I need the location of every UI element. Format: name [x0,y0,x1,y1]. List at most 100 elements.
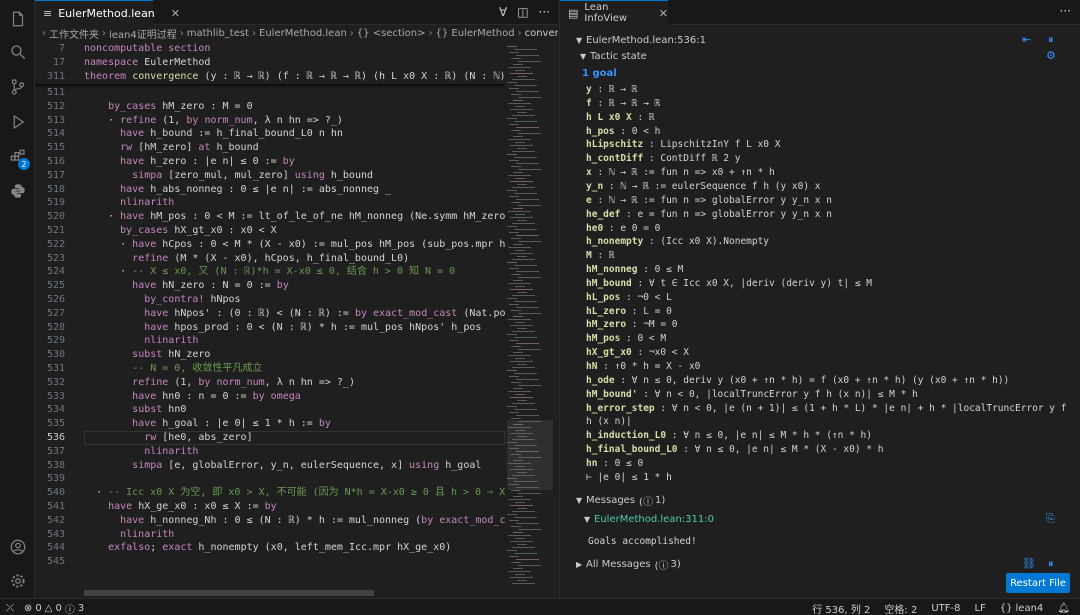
hypothesis[interactable]: hn : 0 ≤ 0 [586,457,643,471]
hypothesis[interactable]: h_final_bound_L0 : ∀ n ≤ 0, |e n| ≤ M * … [586,443,883,457]
minimap[interactable] [507,42,553,598]
code-line[interactable]: 533 have hn0 : n = 0 := by omega [35,390,505,404]
copy-to-comment-icon[interactable]: ⎘ [1046,512,1055,526]
split-editor-icon[interactable]: ◫ [517,5,528,19]
hypothesis[interactable]: e : ℕ → ℝ := fun n => globalError y y_n … [586,194,832,208]
code-line[interactable]: 528 have hpos_prod : 0 < (N : ℝ) * h := … [35,321,505,335]
cursor-position[interactable]: 行 536, 列 2 [812,601,870,615]
hypothesis[interactable]: hM_pos : 0 < M [586,332,666,346]
tab-lean-infoview[interactable]: ▤ Lean InfoView ✕ [560,0,668,25]
source-control-icon[interactable] [0,72,35,102]
sticky-scroll-line[interactable]: 17 namespace EulerMethod [35,56,505,70]
hypothesis[interactable]: y_n : ℕ → ℝ := eulerSequence f h (y x0) … [586,180,821,194]
code-line[interactable]: 526 by_contra! hNpos [35,293,505,307]
hypothesis[interactable]: h_nonempty : (Icc x0 X).Nonempty [586,235,769,249]
code-line[interactable]: 515 rw [hM_zero] at h_bound [35,141,505,155]
notifications-bell-icon[interactable]: 🔔︎ [1057,601,1070,615]
code-line[interactable]: 543 nlinarith [35,528,505,542]
collapse-triangle-icon[interactable]: ▼ [576,496,586,505]
hypothesis[interactable]: h L x0 X : ℝ [586,111,655,125]
code-line[interactable]: 531 -- N = 0, 收敛性平凡成立 [35,362,505,376]
tactic-state-header[interactable]: ▼ Tactic state [580,49,647,63]
settings-gear-icon[interactable]: ⚙ [1046,49,1056,62]
code-line[interactable]: 535 have h_goal : |e 0| ≤ 1 * h := by [35,417,505,431]
code-line[interactable]: 514 have h_bound := h_final_bound_L0 n h… [35,127,505,141]
language-mode[interactable]: {} lean4 [1000,601,1044,615]
hypothesis[interactable]: hM_nonneg : 0 ≤ M [586,263,683,277]
hypothesis[interactable]: M : ℝ [586,249,615,263]
code-line[interactable]: 524 · -- X ≤ x0, 又 (N : ℝ)*h = X-x0 ≤ 0,… [35,265,505,279]
hypothesis[interactable]: h_ode : ∀ n ≤ 0, deriv y (x0 + ↑n * h) =… [586,374,1009,388]
search-icon[interactable] [0,37,35,67]
hypothesis[interactable]: x : ℕ → ℝ := fun n => x0 + ↑n * h [586,166,775,180]
account-icon[interactable] [0,532,35,562]
tab-euler-method[interactable]: ≡ EulerMethod.lean ✕ [35,0,180,25]
remote-icon[interactable]: ⤫ [6,601,14,615]
code-line[interactable]: 527 have hNpos' : (0 : ℝ) < (N : ℝ) := b… [35,307,505,321]
code-line[interactable]: 518 have h_abs_nonneg : 0 ≤ |e n| := abs… [35,183,505,197]
hypothesis[interactable]: hLipschitz : LipschitzInY f L x0 X [586,138,780,152]
message-location-header[interactable]: ▼ EulerMethod.lean:311:0 [584,512,714,526]
lean-infoview-icon[interactable]: ∀ [499,5,507,19]
code-line[interactable]: 522 · have hCpos : 0 < M * (X - x0) := m… [35,238,505,252]
code-line[interactable]: 540 · -- Icc x0 X 为空, 即 x0 > X, 不可能 (因为 … [35,486,505,500]
collapse-triangle-icon[interactable]: ▼ [576,36,586,45]
close-icon[interactable]: ✕ [659,7,668,20]
collapse-triangle-icon[interactable]: ▼ [580,52,590,61]
line-ending[interactable]: LF [974,601,985,615]
hypothesis[interactable]: he_def : e = fun n => globalError y y_n … [586,208,832,222]
code-line[interactable]: 538 simpa [e, globalError, y_n, eulerSeq… [35,459,505,473]
encoding[interactable]: UTF-8 [931,601,960,615]
code-line[interactable]: 523 refine (M * (X - x0), hCpos, h_final… [35,252,505,266]
close-icon[interactable]: ✕ [171,7,180,20]
more-actions-icon[interactable]: ··· [1060,4,1071,18]
vertical-scrollbar[interactable] [554,42,558,598]
hypothesis[interactable]: f : ℝ → ℝ → ℝ [586,97,660,111]
minimap-viewport[interactable] [507,420,553,490]
hypothesis[interactable]: hL_pos : ¬0 < L [586,291,672,305]
collapse-triangle-icon[interactable]: ▼ [584,515,594,524]
indent-setting[interactable]: 空格: 2 [884,601,917,615]
link-icon[interactable]: ⛓ [1022,557,1036,570]
breadcrumb-item[interactable]: 工作文件夹 [49,26,99,41]
problems-status[interactable]: ⊗ 0 △ 0 ⓘ 3 [24,601,84,615]
hypothesis[interactable]: h_error_step : ∀ n < 0, |e (n + 1)| ≤ (1… [586,402,1066,416]
code-line[interactable]: 517 simpa [zero_mul, mul_zero] using h_b… [35,169,505,183]
code-line[interactable]: 537 nlinarith [35,445,505,459]
code-line[interactable]: 512 by_cases hM_zero : M = 0 [35,100,505,114]
hypothesis[interactable]: hX_gt_x0 : ¬x0 < X [586,346,689,360]
code-line[interactable]: 532 refine (1, by norm_num, λ n hn => ?_… [35,376,505,390]
hypothesis[interactable]: hL_zero : L = 0 [586,305,672,319]
hypothesis[interactable]: h_induction_L0 : ∀ n ≤ 0, |e n| ≤ M * h … [586,429,872,443]
message-location-link[interactable]: EulerMethod.lean:311:0 [594,514,714,525]
code-line[interactable]: 521 by_cases hX_gt_x0 : x0 < X [35,224,505,238]
hypothesis[interactable]: he0 : e 0 = 0 [586,222,660,236]
explorer-icon[interactable] [0,4,35,34]
extensions-icon[interactable]: 2 [0,142,35,172]
run-debug-icon[interactable] [0,107,35,137]
breadcrumb-item[interactable]: mathlib_test [187,28,249,39]
hypothesis[interactable]: y : ℝ → ℝ [586,83,638,97]
hypothesis[interactable]: hN : ↑0 * h = X - x0 [586,360,700,374]
code-line[interactable]: 529 nlinarith [35,334,505,348]
code-line[interactable]: 519 nlinarith [35,196,505,210]
hypothesis[interactable]: hM_bound : ∀ t ∈ Icc x0 X, |deriv (deriv… [586,277,872,291]
settings-gear-icon[interactable] [0,566,35,596]
sticky-scroll-line[interactable]: 311 theorem convergence (y : ℝ → ℝ) (f : … [35,70,505,84]
code-line[interactable]: 536 rw [he0, abs_zero] [35,431,505,445]
code-line[interactable]: 516 have h_zero : |e n| ≤ 0 := by [35,155,505,169]
sticky-scroll-line[interactable]: 7 noncomputable section [35,42,505,56]
code-line[interactable]: 513 · refine (1, by norm_num, λ n hn => … [35,114,505,128]
breadcrumb-item[interactable]: convergence [525,28,558,39]
all-messages-header[interactable]: ▶ All Messages (ⓘ 3 ) [576,557,681,572]
hypothesis[interactable]: h (x n)| [586,415,632,429]
breadcrumb-item[interactable]: {} EulerMethod [435,28,514,39]
pause-icon[interactable]: ⏸ [1048,33,1054,47]
code-line[interactable]: 525 have hN_zero : N = 0 := by [35,279,505,293]
code-line[interactable]: 545 [35,555,505,569]
breadcrumb-item[interactable]: {} <section> [357,28,426,39]
code-line[interactable]: 511 [35,86,505,100]
hypothesis[interactable]: hM_zero : ¬M = 0 [586,318,678,332]
code-line[interactable]: 520 · have hM_pos : 0 < M := lt_of_le_of… [35,210,505,224]
location-header[interactable]: ▼ EulerMethod.lean:536:1 [576,33,706,47]
